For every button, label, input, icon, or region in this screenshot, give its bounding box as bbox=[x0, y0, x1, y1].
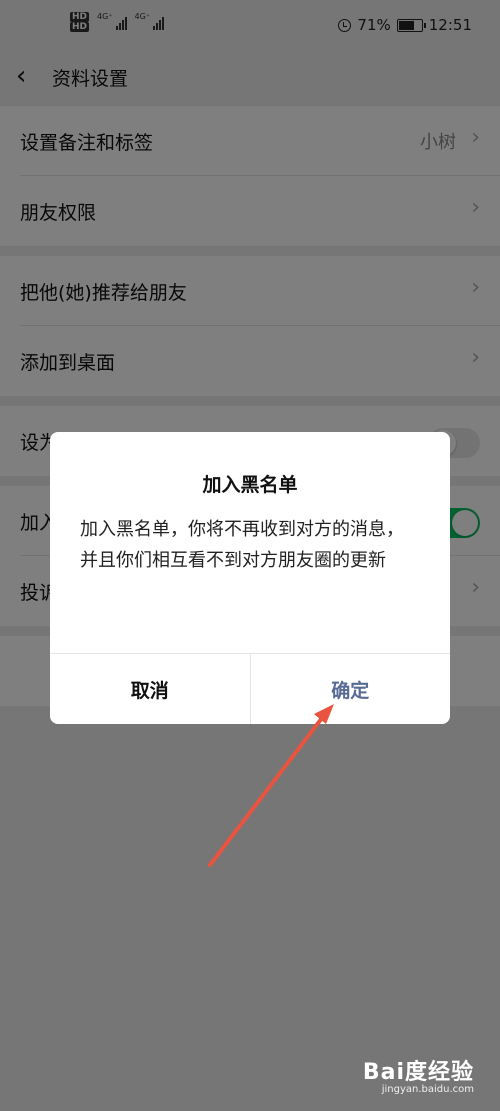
annotation-arrow bbox=[208, 704, 334, 867]
watermark-logo: Bai度经验 bbox=[362, 1060, 474, 1085]
watermark: Bai度经验 jingyan.baidu.com bbox=[363, 1054, 474, 1095]
